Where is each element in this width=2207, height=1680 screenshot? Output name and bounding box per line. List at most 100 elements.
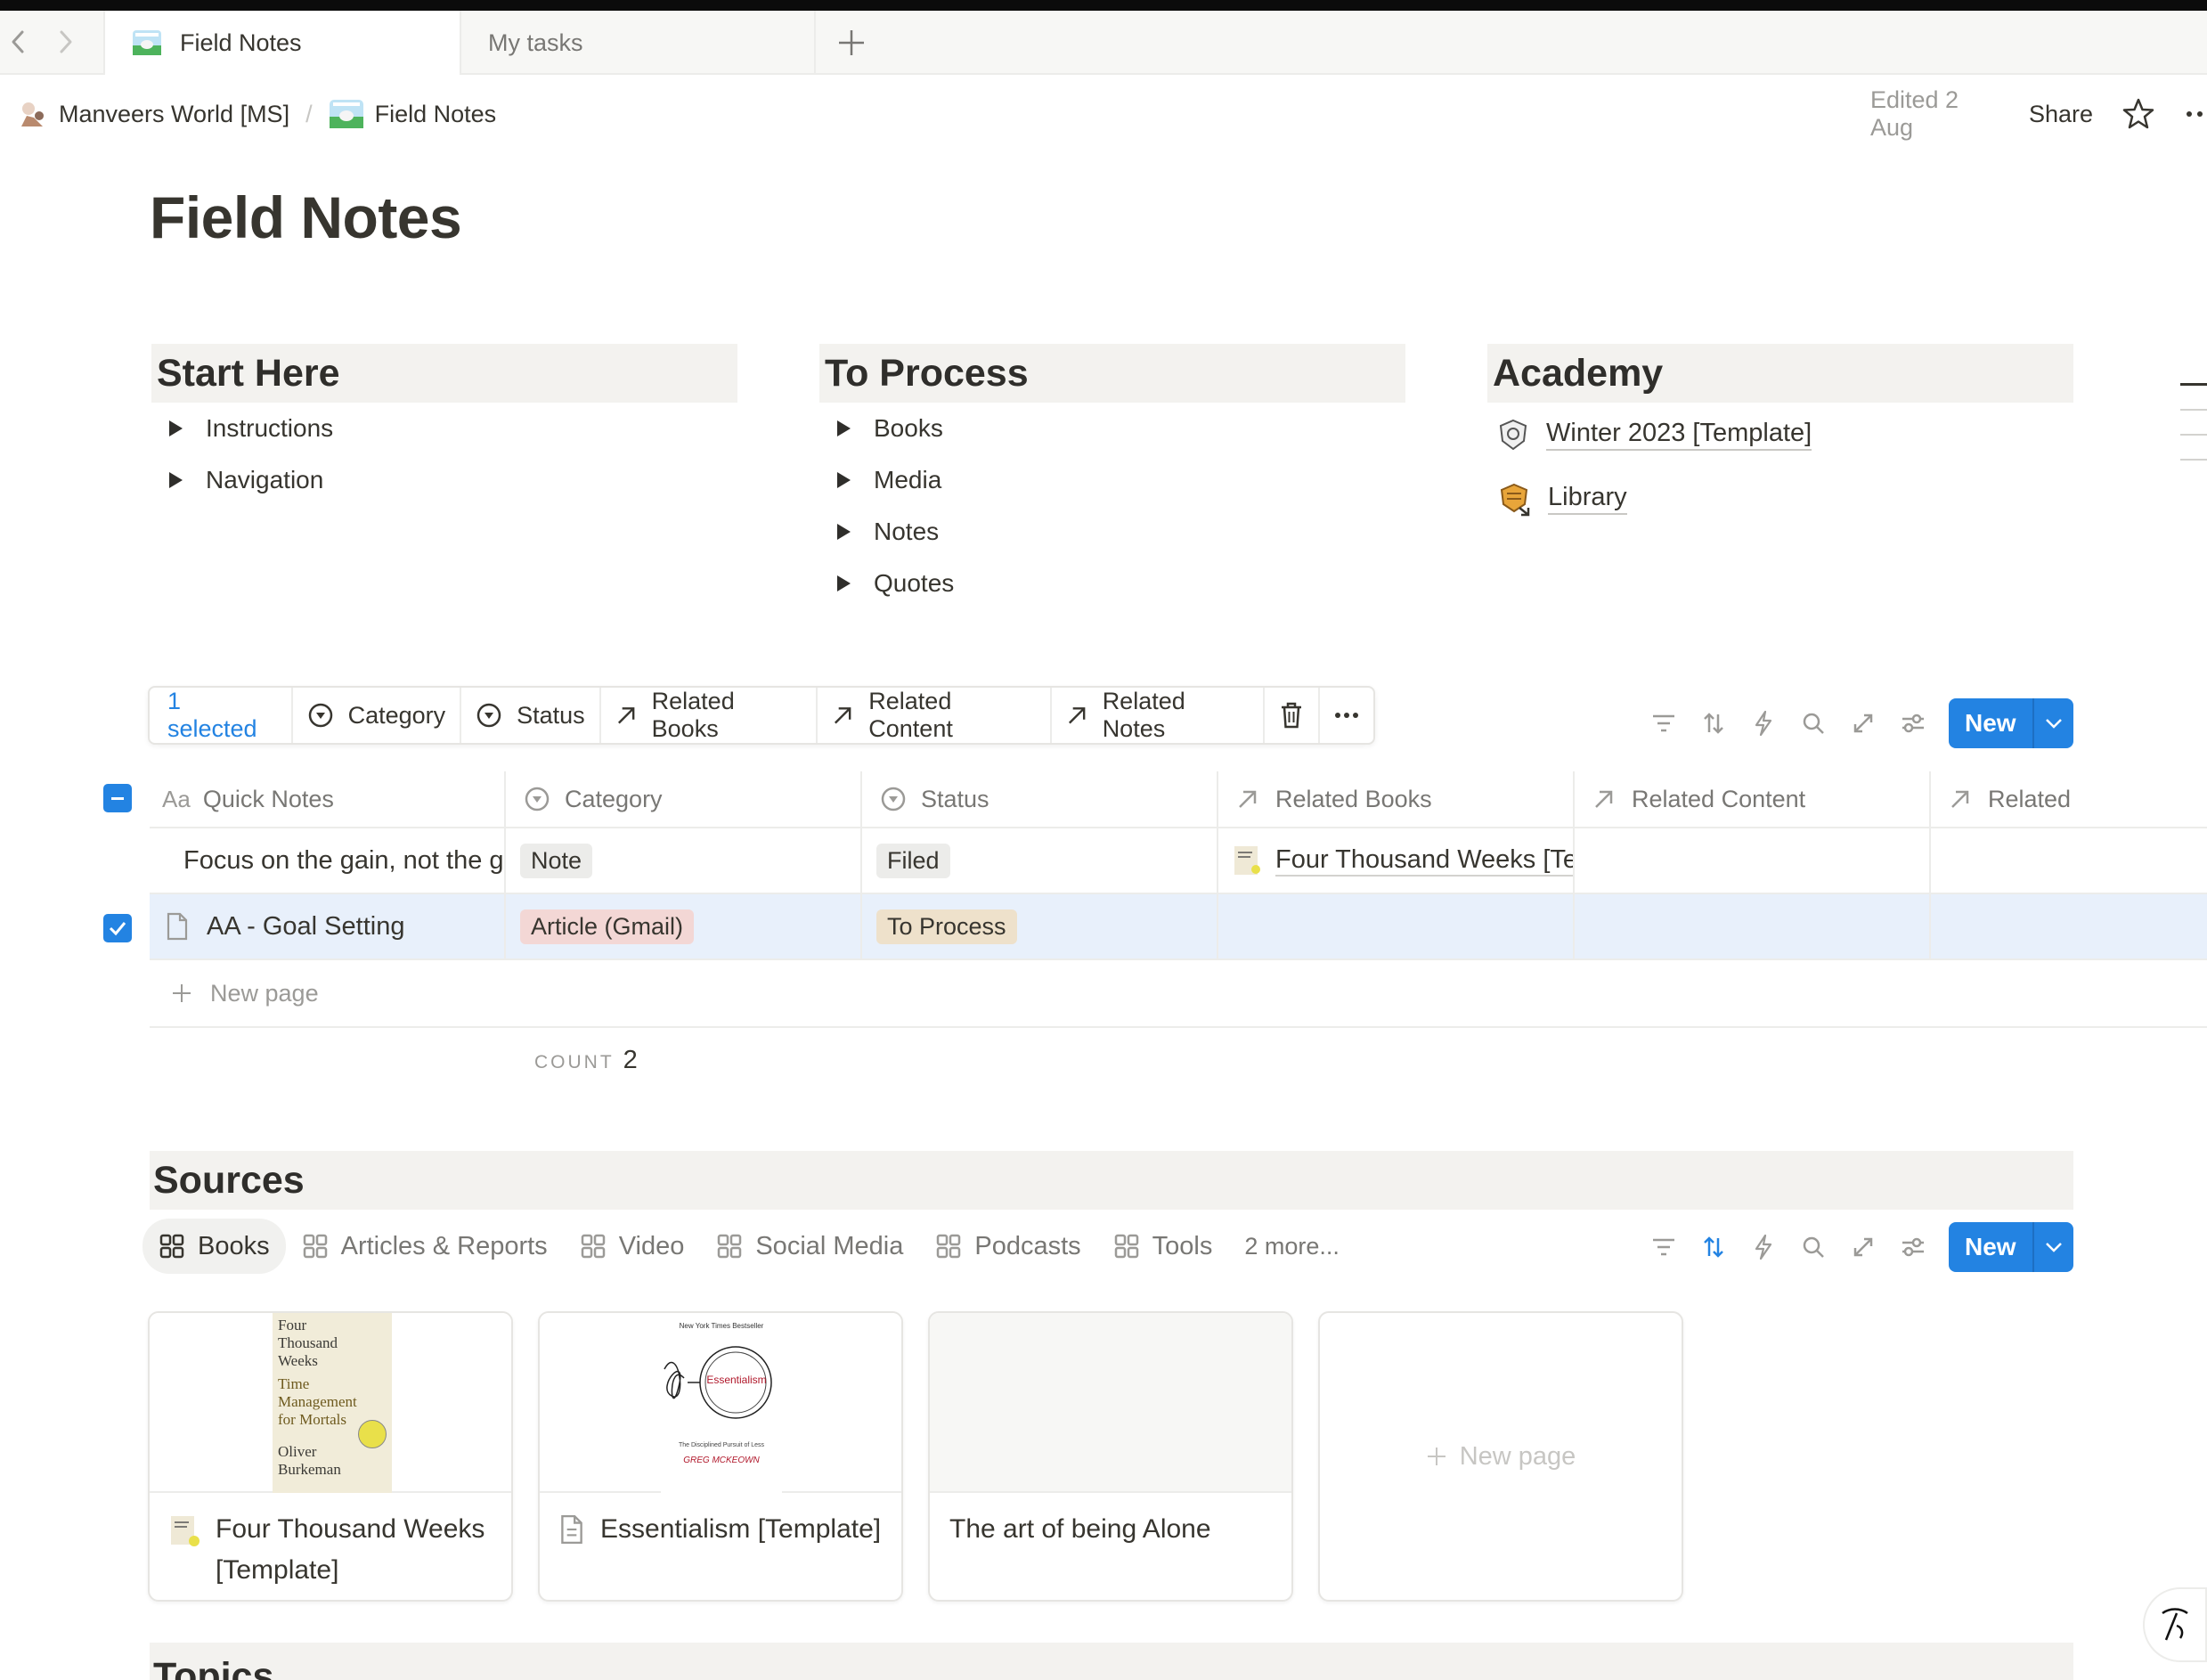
table-row[interactable]: AA - Goal Setting Article (Gmail) To Pro…	[150, 894, 2207, 960]
view-tab-social-media[interactable]: Social Media	[700, 1219, 919, 1274]
tab-label: Field Notes	[180, 29, 302, 56]
column-header-quick-notes[interactable]: Aa Quick Notes	[150, 771, 506, 827]
filter-button[interactable]	[1639, 1222, 1689, 1272]
related-book-link[interactable]: Four Thousand Weeks [Te	[1275, 845, 1573, 877]
cell-quick-note[interactable]: Focus on the gain, not the gap.	[150, 828, 506, 893]
new-button[interactable]: New	[1949, 1222, 2073, 1272]
cell-status[interactable]: To Process	[862, 894, 1218, 958]
view-tab-tools[interactable]: Tools	[1097, 1219, 1229, 1274]
selection-toolbar: 1 selected Category Status Related Books…	[148, 686, 1375, 745]
column-header-related-notes[interactable]: Related	[1931, 771, 2207, 827]
new-button[interactable]: New	[1949, 698, 2073, 748]
column-header-category[interactable]: Category	[506, 771, 862, 827]
share-button[interactable]: Share	[2029, 101, 2093, 128]
forward-button[interactable]	[55, 27, 80, 57]
toggle-media[interactable]: Media	[819, 454, 1405, 506]
link-winter-2023[interactable]: Winter 2023 [Template]	[1487, 403, 2073, 467]
sort-button[interactable]	[1689, 698, 1739, 748]
table-row[interactable]: Focus on the gain, not the gap. Note Fil…	[150, 828, 2207, 894]
chevron-left-icon	[12, 30, 24, 53]
tab-field-notes[interactable]: Field Notes	[103, 11, 461, 75]
breadcrumb-page[interactable]: Field Notes	[375, 101, 497, 128]
cell-related-books[interactable]	[1218, 894, 1575, 958]
help-button[interactable]	[2143, 1587, 2207, 1662]
gallery-card[interactable]: New York Times Bestseller Essentialism T…	[538, 1311, 903, 1602]
search-button[interactable]	[1788, 1222, 1838, 1272]
automation-button[interactable]	[1739, 1222, 1788, 1272]
more-views-button[interactable]: 2 more...	[1228, 1219, 1356, 1274]
delete-button[interactable]	[1265, 688, 1320, 743]
bulk-edit-status[interactable]: Status	[461, 688, 601, 743]
count-label: COUNT	[534, 1052, 615, 1072]
search-icon	[1803, 1236, 1824, 1258]
cell-quick-note[interactable]: AA - Goal Setting	[150, 894, 506, 958]
gallery-card[interactable]: The art of being Alone	[928, 1311, 1293, 1602]
tab-my-tasks[interactable]: My tasks	[461, 11, 816, 75]
expand-button[interactable]	[1838, 698, 1888, 748]
toggle-triangle-icon	[169, 420, 183, 436]
more-actions-button[interactable]	[1320, 688, 1373, 743]
cell-status[interactable]: Filed	[862, 828, 1218, 893]
new-page-card[interactable]: New page	[1318, 1311, 1683, 1602]
toggle-quotes[interactable]: Quotes	[819, 558, 1405, 609]
sort-button[interactable]	[1689, 1222, 1739, 1272]
view-tab-video[interactable]: Video	[564, 1219, 701, 1274]
filter-button[interactable]	[1639, 698, 1689, 748]
new-dropdown-button[interactable]	[2032, 1222, 2073, 1272]
cell-related-content[interactable]	[1575, 894, 1931, 958]
automation-button[interactable]	[1739, 698, 1788, 748]
new-button-label[interactable]: New	[1949, 698, 2032, 748]
cell-category[interactable]: Note	[506, 828, 862, 893]
cell-related-notes[interactable]	[1931, 828, 2207, 893]
view-tab-books[interactable]: Books	[143, 1219, 286, 1274]
count-summary[interactable]: COUNT 2	[534, 1046, 638, 1075]
view-tab-podcasts[interactable]: Podcasts	[919, 1219, 1096, 1274]
page-outline-indicator[interactable]	[2180, 383, 2207, 461]
bulk-edit-related-notes[interactable]: Related Notes	[1052, 688, 1265, 743]
select-all-checkbox[interactable]	[103, 784, 132, 812]
sources-heading: Sources	[150, 1151, 2073, 1210]
card-cover	[930, 1313, 1291, 1493]
new-dropdown-button[interactable]	[2032, 698, 2073, 748]
category-tag: Note	[520, 843, 593, 878]
new-page-row[interactable]: New page	[150, 960, 2207, 1028]
topics-heading: Topics	[150, 1643, 2073, 1680]
back-button[interactable]	[7, 27, 32, 57]
card-title: Four Thousand Weeks [Template]	[216, 1514, 485, 1585]
column-header-status[interactable]: Status	[862, 771, 1218, 827]
view-tab-articles-reports[interactable]: Articles & Reports	[286, 1219, 564, 1274]
expand-button[interactable]	[1838, 1222, 1888, 1272]
checkmark-icon	[109, 922, 126, 936]
row-checkbox[interactable]	[103, 914, 132, 942]
bulk-edit-category[interactable]: Category	[293, 688, 462, 743]
column-header-related-content[interactable]: Related Content	[1575, 771, 1931, 827]
bulk-edit-related-books[interactable]: Related Books	[601, 688, 818, 743]
gallery-icon	[581, 1234, 605, 1259]
more-options-button[interactable]	[2186, 110, 2207, 118]
cell-category[interactable]: Article (Gmail)	[506, 894, 862, 958]
toggle-books[interactable]: Books	[819, 403, 1405, 454]
new-button-label[interactable]: New	[1949, 1222, 2032, 1272]
cell-related-content[interactable]	[1575, 828, 1931, 893]
bulk-edit-related-content[interactable]: Related Content	[818, 688, 1052, 743]
view-settings-button[interactable]	[1888, 698, 1938, 748]
view-settings-button[interactable]	[1888, 1222, 1938, 1272]
favorite-button[interactable]	[2121, 97, 2155, 131]
search-button[interactable]	[1788, 698, 1838, 748]
card-title-row: Four Thousand Weeks [Template]	[150, 1493, 511, 1591]
gallery-card[interactable]: Four Thousand Weeks Time Management for …	[148, 1311, 513, 1602]
toggle-notes[interactable]: Notes	[819, 506, 1405, 558]
cell-related-books[interactable]: Four Thousand Weeks [Te	[1218, 828, 1575, 893]
cell-related-notes[interactable]	[1931, 894, 2207, 958]
select-property-icon	[476, 703, 501, 728]
new-tab-button[interactable]	[835, 27, 867, 59]
gallery-icon	[1114, 1234, 1138, 1259]
lightning-icon	[1755, 710, 1772, 737]
toggle-instructions[interactable]: Instructions	[151, 403, 737, 454]
selected-count[interactable]: 1 selected	[150, 688, 293, 743]
link-library[interactable]: Library	[1487, 467, 2073, 531]
start-here-heading: Start Here	[151, 344, 737, 403]
breadcrumb-workspace[interactable]: Manveers World [MS]	[59, 101, 289, 128]
column-header-related-books[interactable]: Related Books	[1218, 771, 1575, 827]
toggle-navigation[interactable]: Navigation	[151, 454, 737, 506]
